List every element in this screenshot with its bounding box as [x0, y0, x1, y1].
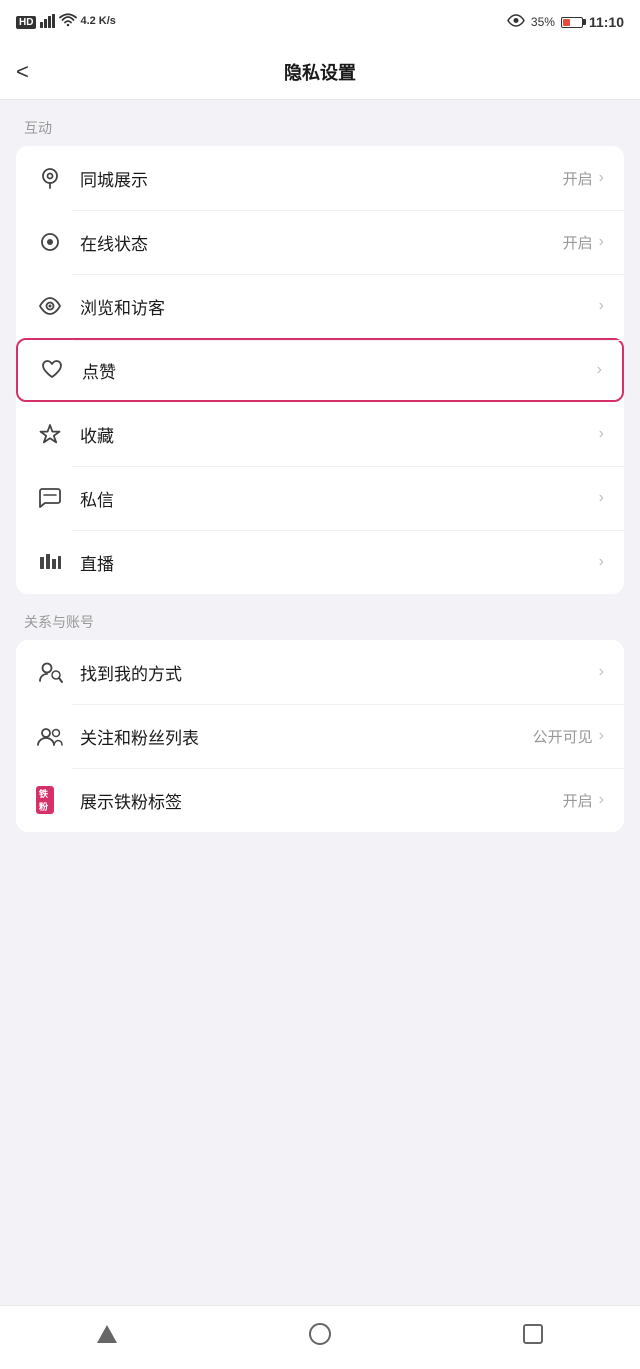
battery-icon — [561, 17, 583, 28]
find-me-label: 找到我的方式 — [80, 660, 593, 685]
nav-recent-button[interactable] — [508, 1314, 558, 1354]
follow-fans-value: 公开可见 — [533, 726, 593, 747]
eye-icon — [36, 292, 64, 320]
tongcheng-value: 开启 — [563, 168, 593, 189]
online-status-value: 开启 — [563, 232, 593, 253]
browse-visitors-chevron: › — [599, 297, 604, 315]
follow-fans-chevron: › — [599, 727, 604, 745]
nav-bar: < 隐私设置 — [0, 44, 640, 100]
status-right: 35% 11:10 — [507, 14, 624, 30]
favorites-label: 收藏 — [80, 422, 593, 447]
messages-label: 私信 — [80, 486, 593, 511]
follow-fans-label: 关注和粉丝列表 — [80, 724, 533, 749]
likes-chevron: › — [597, 361, 602, 379]
signal-icon — [40, 14, 56, 31]
location-icon — [36, 164, 64, 192]
tongcheng-label: 同城展示 — [80, 166, 563, 191]
menu-item-online-status[interactable]: 在线状态 开启 › — [16, 210, 624, 274]
wifi-icon — [60, 15, 76, 30]
find-user-icon — [36, 658, 64, 686]
messages-chevron: › — [599, 489, 604, 507]
users-icon — [36, 722, 64, 750]
heart-icon — [38, 356, 66, 384]
back-triangle-icon — [97, 1325, 117, 1343]
tiefan-label: 展示铁粉标签 — [80, 788, 563, 813]
likes-label: 点赞 — [82, 358, 591, 383]
online-status-chevron: › — [599, 233, 604, 251]
live-icon — [36, 548, 64, 576]
section-label-relations: 关系与账号 — [0, 594, 640, 640]
back-button[interactable]: < — [16, 59, 29, 85]
relations-card: 找到我的方式 › 关注和粉丝列表 公开可见 › 铁粉 展示铁粉标签 开启 › — [16, 640, 624, 832]
status-left: HD 4.2 K/s — [16, 14, 116, 31]
hd-badge: HD — [16, 16, 36, 29]
time-display: 11:10 — [589, 14, 624, 30]
status-bar: HD 4.2 K/s 35% — [0, 0, 640, 44]
network-speed: 4.2 K/s — [80, 15, 115, 28]
menu-item-live[interactable]: 直播 › — [16, 530, 624, 594]
browse-visitors-label: 浏览和访客 — [80, 294, 593, 319]
message-icon — [36, 484, 64, 512]
tiefan-icon: 铁粉 — [36, 786, 64, 814]
interaction-card: 同城展示 开启 › 在线状态 开启 › 浏览和访客 › — [16, 146, 624, 594]
online-icon — [36, 228, 64, 256]
menu-item-find-me[interactable]: 找到我的方式 › — [16, 640, 624, 704]
nav-back-button[interactable] — [82, 1314, 132, 1354]
menu-item-follow-fans[interactable]: 关注和粉丝列表 公开可见 › — [16, 704, 624, 768]
online-status-label: 在线状态 — [80, 230, 563, 255]
tiefan-chevron: › — [599, 791, 604, 809]
menu-item-likes[interactable]: 点赞 › — [16, 338, 624, 402]
menu-item-favorites[interactable]: 收藏 › — [16, 402, 624, 466]
section-label-interaction: 互动 — [0, 100, 640, 146]
tiefan-badge-label: 铁粉 — [36, 786, 54, 814]
favorites-chevron: › — [599, 425, 604, 443]
tiefan-value: 开启 — [563, 790, 593, 811]
nav-home-button[interactable] — [295, 1314, 345, 1354]
menu-item-tiefan[interactable]: 铁粉 展示铁粉标签 开启 › — [16, 768, 624, 832]
home-circle-icon — [309, 1323, 331, 1345]
live-label: 直播 — [80, 550, 593, 575]
eye-status-icon — [507, 14, 525, 30]
star-icon — [36, 420, 64, 448]
page-title: 隐私设置 — [284, 59, 356, 85]
find-me-chevron: › — [599, 663, 604, 681]
menu-item-browse-visitors[interactable]: 浏览和访客 › — [16, 274, 624, 338]
tongcheng-chevron: › — [599, 169, 604, 187]
menu-item-tongcheng[interactable]: 同城展示 开启 › — [16, 146, 624, 210]
live-chevron: › — [599, 553, 604, 571]
battery-percent: 35% — [531, 15, 555, 29]
recent-square-icon — [523, 1324, 543, 1344]
bottom-nav — [0, 1305, 640, 1369]
menu-item-messages[interactable]: 私信 › — [16, 466, 624, 530]
